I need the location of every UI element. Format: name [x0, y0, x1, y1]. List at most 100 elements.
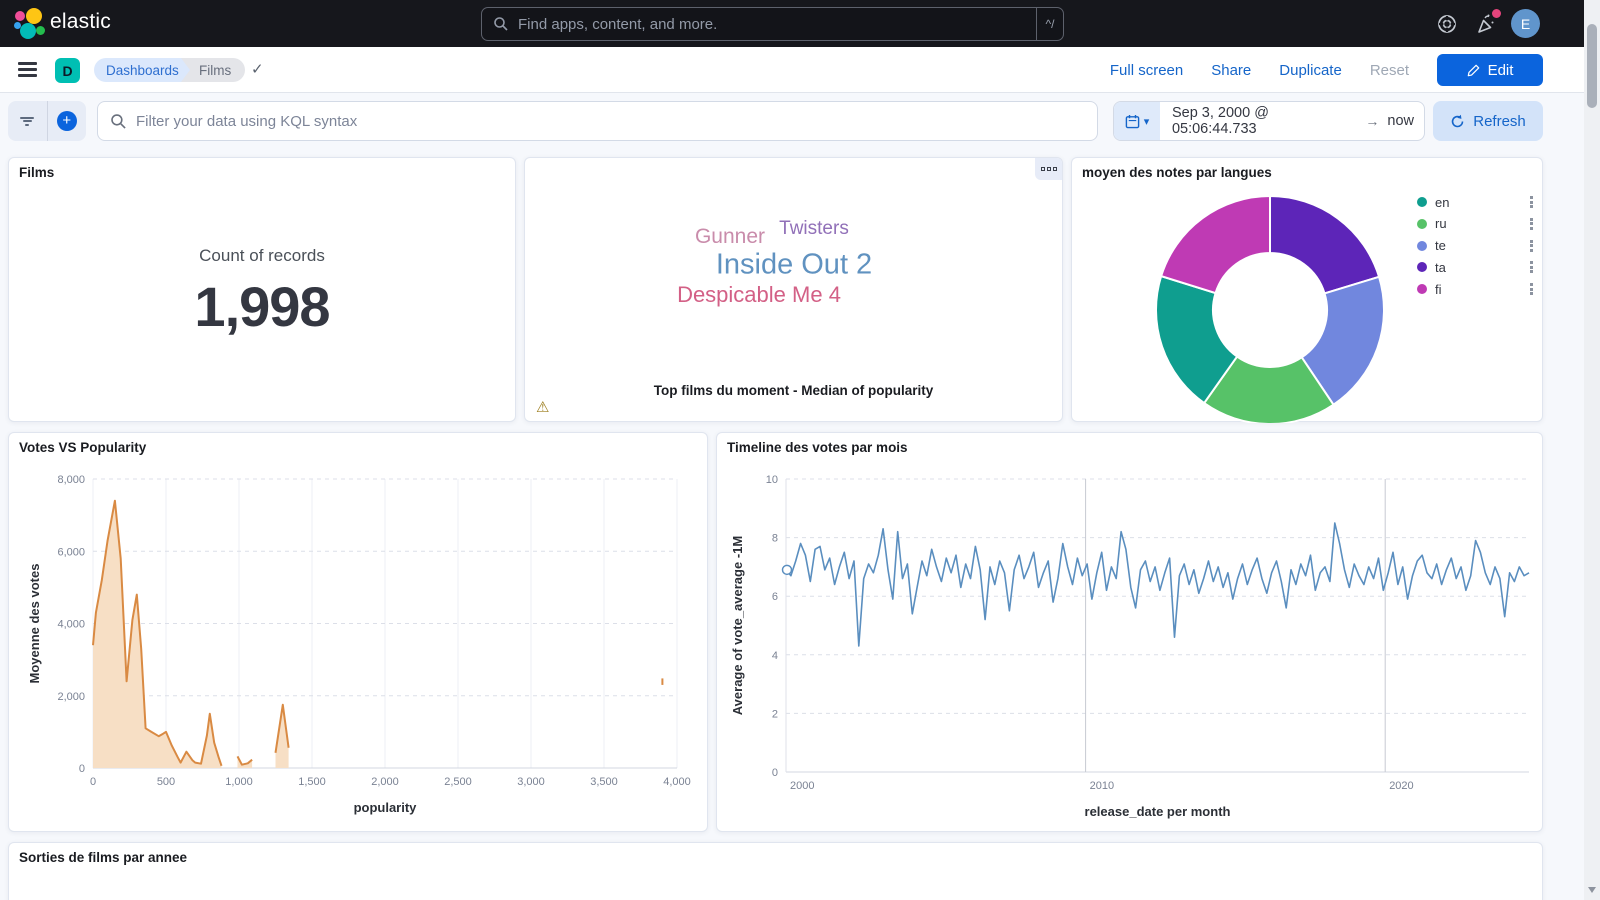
donut-slice-fi[interactable]: [1161, 196, 1270, 293]
legend-label: fi: [1435, 282, 1528, 297]
svg-text:0: 0: [79, 763, 85, 775]
legend-actions-icon[interactable]: [1528, 194, 1536, 210]
calendar-icon: [1125, 114, 1140, 129]
date-start-value[interactable]: Sep 3, 2000 @ 05:06:44.733: [1160, 105, 1365, 137]
timeline-line-chart[interactable]: 0246810200020102020release_date per mont…: [717, 433, 1544, 833]
svg-text:3,500: 3,500: [590, 776, 618, 788]
svg-text:0: 0: [772, 767, 778, 779]
svg-text:2020: 2020: [1389, 780, 1413, 792]
date-quick-select-button[interactable]: ▾: [1114, 102, 1160, 140]
legend-label: ru: [1435, 216, 1528, 231]
kql-query-input[interactable]: [136, 113, 1085, 130]
legend-item-en[interactable]: en: [1417, 194, 1535, 210]
add-filter-button[interactable]: +: [48, 101, 87, 141]
saved-check-icon[interactable]: ✓: [251, 60, 264, 78]
panel-releases-per-year: Sorties de films par annee: [8, 842, 1543, 900]
panel-votes-timeline: Timeline des votes par mois 024681020002…: [716, 432, 1543, 832]
warning-icon[interactable]: ⚠: [536, 398, 549, 416]
user-avatar[interactable]: E: [1511, 9, 1540, 38]
legend-item-ru[interactable]: ru: [1417, 216, 1535, 232]
dashboard-toolbar: D Dashboards Films ✓ Full screen Share D…: [0, 47, 1600, 93]
svg-text:4,000: 4,000: [663, 776, 691, 788]
chevron-down-icon: ▾: [1144, 115, 1150, 128]
legend-actions-icon[interactable]: [1528, 238, 1536, 254]
svg-text:Moyenne des votes: Moyenne des votes: [27, 564, 42, 684]
global-search-input[interactable]: [518, 16, 1036, 33]
search-shortcut-badge: ^/: [1036, 8, 1063, 40]
svg-text:2: 2: [772, 708, 778, 720]
breadcrumb-dashboards[interactable]: Dashboards: [94, 58, 195, 82]
tag-twisters[interactable]: Twisters: [779, 218, 849, 240]
svg-text:10: 10: [766, 474, 778, 486]
panel-donut-languages: moyen des notes par langues enrutetafi: [1071, 157, 1543, 422]
reset-button: Reset: [1370, 62, 1409, 79]
breadcrumb-films[interactable]: Films: [181, 58, 245, 82]
scroll-down-arrow-icon[interactable]: [1588, 887, 1596, 893]
date-end-value[interactable]: now: [1379, 113, 1424, 129]
svg-text:2000: 2000: [790, 780, 814, 792]
legend-item-fi[interactable]: fi: [1417, 281, 1535, 297]
share-button[interactable]: Share: [1211, 62, 1251, 79]
donut-slice-ta[interactable]: [1270, 196, 1379, 293]
donut-legend: en ru te ta fi: [1417, 194, 1535, 303]
svg-text:1,500: 1,500: [298, 776, 326, 788]
svg-text:1,000: 1,000: [225, 776, 253, 788]
svg-text:release_date per month: release_date per month: [1085, 804, 1231, 819]
legend-actions-icon[interactable]: [1528, 281, 1536, 297]
edit-button[interactable]: Edit: [1437, 54, 1543, 86]
metric-value: 1,998: [9, 274, 515, 339]
plus-icon: +: [57, 111, 77, 131]
tag-cloud: Gunner Twisters Inside Out 2Despicable Me …: [525, 158, 1062, 421]
notification-dot: [1492, 9, 1501, 18]
refresh-icon: [1450, 114, 1465, 129]
legend-label: en: [1435, 195, 1528, 210]
space-badge[interactable]: D: [55, 58, 80, 83]
metric-label: Count of records: [9, 246, 515, 266]
toolbar-actions: Full screen Share Duplicate Reset Edit: [1110, 47, 1543, 93]
votes-area-chart[interactable]: 05001,0001,5002,0002,5003,0003,5004,0000…: [9, 433, 709, 833]
menu-hamburger-icon[interactable]: [18, 62, 37, 77]
legend-actions-icon[interactable]: [1528, 259, 1536, 275]
date-range-arrow: →: [1365, 113, 1379, 129]
legend-item-te[interactable]: te: [1417, 238, 1535, 254]
scrollbar-thumb[interactable]: [1587, 24, 1597, 108]
svg-text:2010: 2010: [1090, 780, 1114, 792]
svg-text:0: 0: [90, 776, 96, 788]
tag-gunner[interactable]: Gunner: [695, 225, 765, 249]
panel-films-metric: Films Count of records 1,998: [8, 157, 516, 422]
filter-menu-button[interactable]: [8, 101, 48, 141]
brand-name: elastic: [50, 10, 111, 34]
filter-controls-group: +: [8, 101, 86, 141]
tagcloud-title: Top films du moment - Median of populari…: [525, 383, 1062, 398]
svg-text:3,000: 3,000: [517, 776, 545, 788]
elastic-logo-icon[interactable]: [14, 8, 46, 40]
pencil-icon: [1467, 64, 1480, 77]
full-screen-button[interactable]: Full screen: [1110, 62, 1183, 79]
svg-text:4,000: 4,000: [57, 619, 85, 631]
svg-text:500: 500: [157, 776, 175, 788]
legend-label: te: [1435, 238, 1528, 253]
panel-title: Films: [19, 165, 54, 180]
panel-title: Sorties de films par annee: [19, 850, 187, 865]
date-range-picker: ▾ Sep 3, 2000 @ 05:06:44.733 → now: [1113, 101, 1425, 141]
svg-text:8,000: 8,000: [57, 474, 85, 486]
tag-despicable-me-4[interactable]: Despicable Me 4: [677, 282, 841, 308]
refresh-button[interactable]: Refresh: [1433, 101, 1543, 141]
legend-actions-icon[interactable]: [1528, 216, 1536, 232]
filter-icon: [20, 115, 34, 127]
legend-dot: [1417, 262, 1427, 272]
svg-text:2,000: 2,000: [371, 776, 399, 788]
page-scrollbar[interactable]: [1584, 0, 1600, 900]
help-icon[interactable]: [1436, 13, 1458, 35]
kql-filter-bar[interactable]: [97, 101, 1098, 141]
svg-text:2,000: 2,000: [57, 691, 85, 703]
svg-text:4: 4: [772, 650, 778, 662]
duplicate-button[interactable]: Duplicate: [1279, 62, 1342, 79]
legend-dot: [1417, 241, 1427, 251]
svg-text:8: 8: [772, 533, 778, 545]
tag-inside-out-2[interactable]: Inside Out 2: [716, 249, 872, 282]
legend-item-ta[interactable]: ta: [1417, 259, 1535, 275]
global-search[interactable]: ^/: [481, 7, 1064, 41]
svg-text:6,000: 6,000: [57, 546, 85, 558]
svg-text:Average of vote_average -1M: Average of vote_average -1M: [730, 536, 745, 715]
